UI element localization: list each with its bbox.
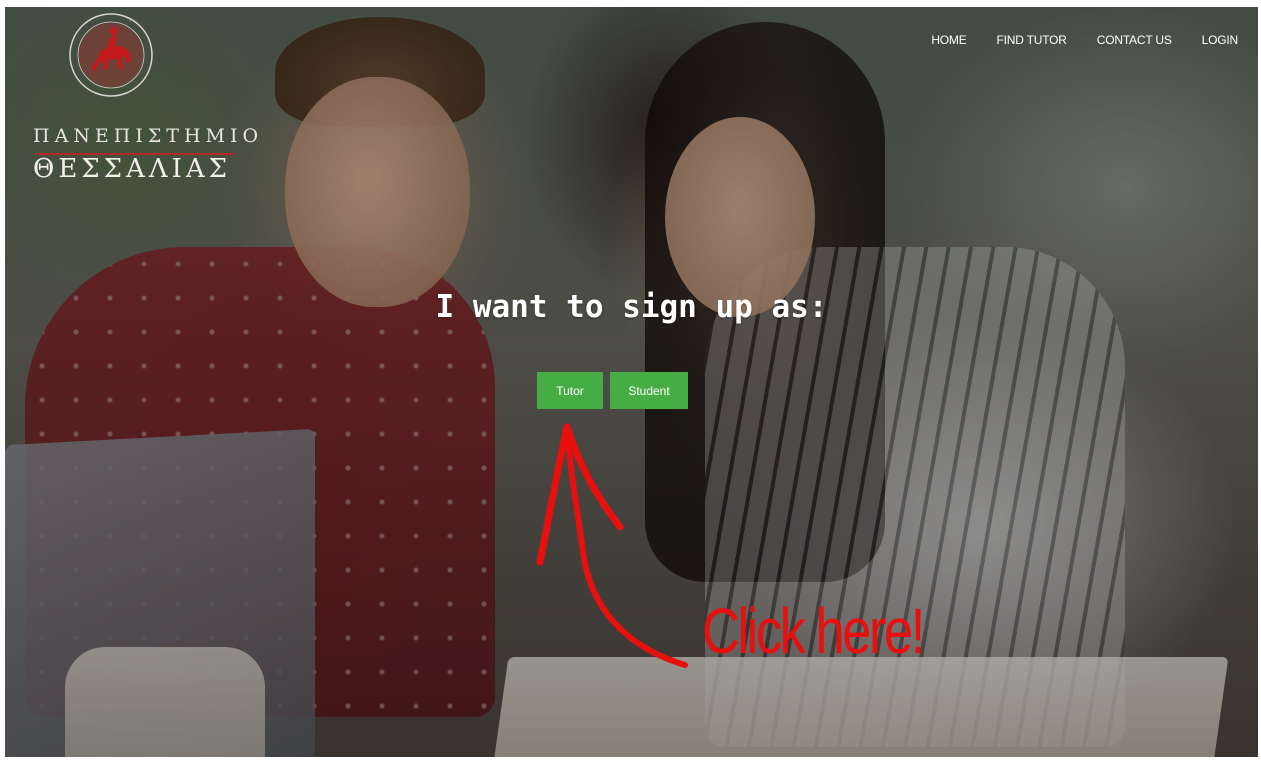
nav-login[interactable]: LOGIN [1190, 27, 1250, 53]
student-button[interactable]: Student [610, 372, 688, 409]
logo-text-line1: ΠΑΝΕΠΙΣΤΗΜΙΟ [33, 125, 264, 147]
svg-text:·: · [129, 18, 131, 25]
hero-section: · · ΠΑΝΕΠΙΣΤΗΜΙΟ ΘΕΣΣΑΛΙΑΣ HOME FIND TUT… [5, 7, 1258, 757]
nav-find-tutor[interactable]: FIND TUTOR [985, 27, 1079, 53]
university-seal-icon: · · [69, 13, 153, 97]
top-navigation: HOME FIND TUTOR CONTACT US LOGIN [919, 27, 1250, 53]
nav-contact-us[interactable]: CONTACT US [1085, 27, 1184, 53]
signup-headline: I want to sign up as: [435, 289, 828, 325]
svg-text:·: · [89, 18, 91, 25]
signup-options: Tutor Student [537, 372, 688, 409]
annotation-text: Click here! [702, 595, 925, 667]
nav-home[interactable]: HOME [919, 27, 978, 53]
tutor-button[interactable]: Tutor [537, 372, 603, 409]
logo-text-line2: ΘΕΣΣΑΛΙΑΣ [33, 154, 232, 184]
